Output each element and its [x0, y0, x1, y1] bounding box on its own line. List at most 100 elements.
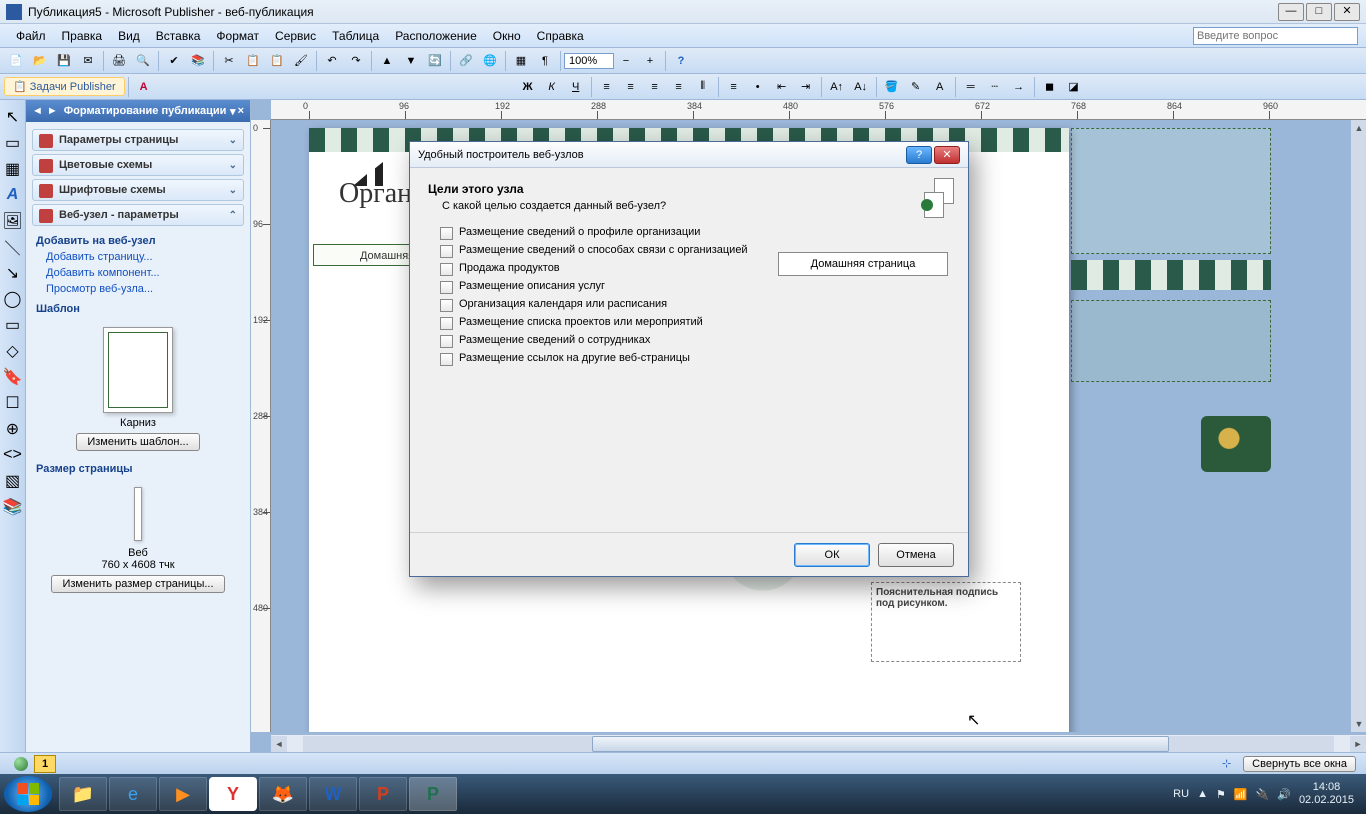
- form-tool-icon[interactable]: ☐: [2, 392, 24, 414]
- menu-edit[interactable]: Правка: [54, 27, 111, 45]
- content-library-icon[interactable]: 📚: [2, 496, 24, 518]
- new-icon[interactable]: 📄: [5, 50, 27, 72]
- hyperlink-icon[interactable]: 🔗: [455, 50, 477, 72]
- wordart-tool-icon[interactable]: A: [2, 184, 24, 206]
- open-icon[interactable]: 📂: [29, 50, 51, 72]
- taskpane-back-icon[interactable]: ◄: [32, 105, 43, 117]
- scroll-up-icon[interactable]: ▲: [1351, 120, 1366, 136]
- link-add-page[interactable]: Добавить страницу...: [26, 249, 250, 265]
- zoom-in-icon[interactable]: +: [639, 50, 661, 72]
- maximize-button[interactable]: □: [1306, 3, 1332, 21]
- copy-icon[interactable]: 📋: [242, 50, 264, 72]
- scroll-down-icon[interactable]: ▼: [1351, 716, 1366, 732]
- html-tool-icon[interactable]: <>: [2, 444, 24, 466]
- menu-view[interactable]: Вид: [110, 27, 148, 45]
- menu-arrange[interactable]: Расположение: [387, 27, 485, 45]
- help-search-input[interactable]: [1193, 27, 1358, 45]
- section-font-schemes[interactable]: Шрифтовые схемы⌄: [32, 179, 244, 201]
- hscroll-thumb[interactable]: [592, 736, 1169, 752]
- ok-button[interactable]: ОК: [794, 543, 870, 567]
- tray-clock[interactable]: 14:08 02.02.2015: [1299, 781, 1354, 807]
- menu-help[interactable]: Справка: [529, 27, 592, 45]
- design-gallery-icon[interactable]: ▧: [2, 470, 24, 492]
- image-caption-box[interactable]: Пояснительная подпись под рисунком.: [871, 582, 1021, 662]
- increase-indent-icon[interactable]: ⇥: [795, 76, 817, 98]
- goal-checkbox-5[interactable]: [440, 317, 453, 330]
- explorer-taskbar-icon[interactable]: 📁: [59, 777, 107, 811]
- section-website-options[interactable]: Веб-узел - параметры⌃: [32, 204, 244, 226]
- print-icon[interactable]: 🖨: [108, 50, 130, 72]
- textbox-tool-icon[interactable]: ▭: [2, 132, 24, 154]
- start-button[interactable]: [4, 776, 52, 812]
- table-tool-icon[interactable]: ▦: [2, 158, 24, 180]
- zoom-out-icon[interactable]: −: [615, 50, 637, 72]
- rect-tool-icon[interactable]: ▭: [2, 314, 24, 336]
- powerpoint-taskbar-icon[interactable]: P: [359, 777, 407, 811]
- align-center-icon[interactable]: ≡: [620, 76, 642, 98]
- firefox-taskbar-icon[interactable]: 🦊: [259, 777, 307, 811]
- link-add-component[interactable]: Добавить компонент...: [26, 265, 250, 281]
- arrow-tool-icon[interactable]: ↘: [2, 262, 24, 284]
- bullets-icon[interactable]: •: [747, 76, 769, 98]
- publisher-taskbar-icon[interactable]: P: [409, 777, 457, 811]
- underline-icon[interactable]: Ч: [565, 76, 587, 98]
- goal-checkbox-7[interactable]: [440, 353, 453, 366]
- grow-font-icon[interactable]: A↑: [826, 76, 848, 98]
- menu-table[interactable]: Таблица: [324, 27, 387, 45]
- select-tool-icon[interactable]: ↖: [2, 106, 24, 128]
- scroll-right-icon[interactable]: ►: [1350, 736, 1366, 752]
- goal-checkbox-1[interactable]: [440, 245, 453, 258]
- yandex-taskbar-icon[interactable]: Y: [209, 777, 257, 811]
- zoom-combo[interactable]: 100%: [564, 53, 614, 69]
- section-page-options[interactable]: Параметры страницы⌄: [32, 129, 244, 151]
- horizontal-scrollbar[interactable]: ◄ ►: [271, 734, 1366, 752]
- fill-color-icon[interactable]: 🪣: [881, 76, 903, 98]
- goal-checkbox-4[interactable]: [440, 299, 453, 312]
- font-color-icon[interactable]: A: [133, 76, 155, 98]
- italic-icon[interactable]: К: [541, 76, 563, 98]
- template-thumbnail[interactable]: [103, 327, 173, 413]
- save-icon[interactable]: 💾: [53, 50, 75, 72]
- tray-volume-icon[interactable]: 🔊: [1277, 788, 1291, 801]
- vertical-scrollbar[interactable]: ▲ ▼: [1350, 120, 1366, 732]
- change-pagesize-button[interactable]: Изменить размер страницы...: [51, 575, 224, 593]
- numbering-icon[interactable]: ≡: [723, 76, 745, 98]
- font-color2-icon[interactable]: A: [929, 76, 951, 98]
- tray-power-icon[interactable]: 🔌: [1256, 788, 1270, 801]
- word-taskbar-icon[interactable]: W: [309, 777, 357, 811]
- taskpane-close-icon[interactable]: ×: [238, 105, 244, 117]
- pagesize-thumbnail[interactable]: [134, 487, 142, 541]
- dialog-help-button[interactable]: ?: [906, 146, 932, 164]
- menu-file[interactable]: Файл: [8, 27, 54, 45]
- menu-format[interactable]: Формат: [208, 27, 267, 45]
- link-preview-website[interactable]: Просмотр веб-узла...: [26, 281, 250, 297]
- line-color-icon[interactable]: ✎: [905, 76, 927, 98]
- tasks-button[interactable]: 📋 Задачи Publisher: [4, 77, 125, 96]
- dialog-close-button[interactable]: ✕: [934, 146, 960, 164]
- oval-tool-icon[interactable]: ◯: [2, 288, 24, 310]
- align-right-icon[interactable]: ≡: [644, 76, 666, 98]
- taskpane-fwd-icon[interactable]: ►: [47, 105, 58, 117]
- side-image-placeholder[interactable]: [1201, 416, 1271, 472]
- decrease-indent-icon[interactable]: ⇤: [771, 76, 793, 98]
- spellcheck-icon[interactable]: ✔: [163, 50, 185, 72]
- ie-taskbar-icon[interactable]: e: [109, 777, 157, 811]
- web-preview-icon[interactable]: 🌐: [479, 50, 501, 72]
- minimize-button[interactable]: —: [1278, 3, 1304, 21]
- goal-checkbox-6[interactable]: [440, 335, 453, 348]
- arrow-style-icon[interactable]: →: [1008, 76, 1030, 98]
- mail-icon[interactable]: ✉: [77, 50, 99, 72]
- hotspot-tool-icon[interactable]: ⊕: [2, 418, 24, 440]
- goal-checkbox-0[interactable]: [440, 227, 453, 240]
- wmp-taskbar-icon[interactable]: ▶: [159, 777, 207, 811]
- goal-checkbox-2[interactable]: [440, 263, 453, 276]
- picture-tool-icon[interactable]: 🖼: [2, 210, 24, 232]
- paste-icon[interactable]: 📋: [266, 50, 288, 72]
- dash-style-icon[interactable]: ┄: [984, 76, 1006, 98]
- rotate-icon[interactable]: 🔄: [424, 50, 446, 72]
- special-char-icon[interactable]: ¶: [534, 50, 556, 72]
- collapse-windows-button[interactable]: Свернуть все окна: [1243, 756, 1356, 772]
- scroll-left-icon[interactable]: ◄: [271, 736, 287, 752]
- horizontal-ruler[interactable]: 096192288384480576672768864960: [271, 100, 1366, 120]
- shadow-icon[interactable]: ◼: [1039, 76, 1061, 98]
